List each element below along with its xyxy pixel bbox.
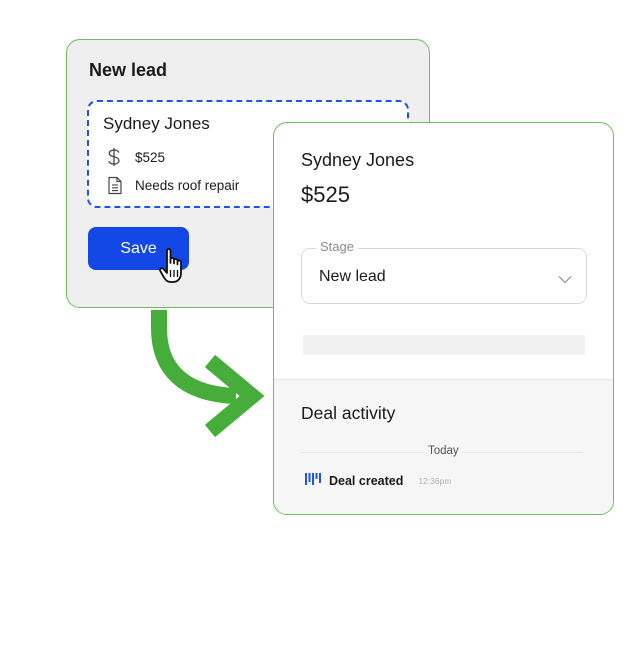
lead-note-row: Needs roof repair xyxy=(107,176,239,195)
loading-placeholder-bar xyxy=(303,335,585,355)
date-divider-label: Today xyxy=(424,445,463,457)
deal-card: Sydney Jones $525 Stage New lead Deal ac… xyxy=(273,122,614,515)
lead-note: Needs roof repair xyxy=(135,178,240,193)
stage-select[interactable]: Stage New lead xyxy=(301,239,587,304)
lead-amount-row: $525 xyxy=(107,147,165,167)
pipeline-icon xyxy=(305,472,322,490)
flow-arrow-icon xyxy=(140,310,270,450)
dollar-icon xyxy=(107,147,129,167)
deal-activity-title: Deal activity xyxy=(301,403,396,423)
stage-value: New lead xyxy=(319,268,386,285)
lead-contact-name: Sydney Jones xyxy=(103,114,210,133)
deal-amount: $525 xyxy=(301,182,350,207)
activity-event-time: 12:36pm xyxy=(418,476,452,486)
lead-amount: $525 xyxy=(135,149,166,165)
chevron-down-icon xyxy=(558,271,572,289)
activity-event-label: Deal created xyxy=(329,474,404,488)
stage-label: Stage xyxy=(316,239,358,254)
document-icon xyxy=(107,176,129,195)
hand-pointer-cursor-icon xyxy=(158,246,192,291)
deal-contact-name: Sydney Jones xyxy=(301,150,415,170)
deal-activity-section: Deal activity Today Deal created 12:36pm xyxy=(274,379,613,514)
new-lead-title: New lead xyxy=(89,60,168,80)
activity-event: Deal created 12:36pm xyxy=(305,472,451,490)
